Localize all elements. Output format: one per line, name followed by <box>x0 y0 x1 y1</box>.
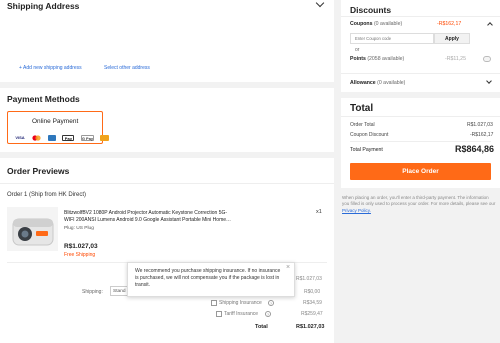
tariff-insurance-label: Tariff Insurance <box>224 311 259 317</box>
points-available: (2058 available) <box>367 56 405 62</box>
points-value: -R$11,25 <box>445 56 466 62</box>
payment-methods-title: Payment Methods <box>7 94 80 104</box>
product-quantity: x1 <box>316 209 322 215</box>
add-shipping-address-link[interactable]: + Add new shipping address <box>19 65 82 71</box>
order-total-summary-label: Order Total <box>350 122 375 128</box>
coupons-row[interactable]: Coupons (0 available) <box>350 21 402 27</box>
coupon-discount-value: -R$162,17 <box>470 132 494 138</box>
order-subtitle: Order 1 (Ship from HK Direct) <box>7 192 87 198</box>
total-title: Total <box>350 103 374 114</box>
discounts-title: Discounts <box>350 5 392 15</box>
product-price: R$1.027,03 <box>64 243 98 250</box>
product-name[interactable]: BlitzwolfBV2 1080P Android Projector Aut… <box>64 210 231 224</box>
order-total-summary-value: R$1.027,03 <box>467 122 493 128</box>
place-order-button[interactable]: Place Order <box>350 163 491 180</box>
online-payment-option[interactable]: Online Payment VISA Pay G Pay <box>7 111 110 144</box>
chevron-down-icon[interactable] <box>486 78 492 84</box>
privacy-policy-link[interactable]: Privacy Policy. <box>342 208 371 213</box>
shipping-insurance-value: R$34,59 <box>303 300 322 306</box>
shipping-address-title: Shipping Address <box>7 1 80 11</box>
close-icon[interactable]: × <box>286 264 290 271</box>
info-icon[interactable]: ? <box>268 300 274 306</box>
apply-coupon-button[interactable]: Apply <box>434 33 470 44</box>
amex-icon <box>47 134 56 141</box>
apply-label: Apply <box>445 36 459 42</box>
order-total-label: Total <box>255 324 268 330</box>
total-payment-value: R$864,86 <box>455 144 495 154</box>
google-pay-icon: G Pay <box>80 134 94 141</box>
shipping-insurance-checkbox[interactable] <box>211 300 217 306</box>
discounts-panel: Discounts Coupons (0 available) -R$162,1… <box>341 0 500 92</box>
order-previews-title: Order Previews <box>7 166 70 176</box>
card-icons-row: VISA Pay G Pay <box>14 129 111 147</box>
total-payment-label: Total Payment <box>350 147 383 153</box>
plug-label: Plug: <box>64 226 75 231</box>
allowance-available: (0 available) <box>377 80 406 86</box>
chevron-down-icon[interactable] <box>315 0 325 8</box>
coupons-value: -R$162,17 <box>437 21 462 27</box>
tariff-insurance-checkbox[interactable] <box>216 311 222 317</box>
place-order-label: Place Order <box>402 168 439 175</box>
payment-methods-panel: Payment Methods Online Payment VISA Pay … <box>0 88 334 152</box>
points-row[interactable]: Points (2058 available) <box>350 56 404 62</box>
plug-value: US Plug <box>76 226 94 231</box>
plug-option: Plug: US Plug <box>64 226 94 231</box>
coupon-discount-label: Coupon Discount <box>350 132 389 138</box>
shipping-cost-value: R$0,00 <box>304 289 321 295</box>
tariff-insurance-value: R$259,47 <box>301 311 323 317</box>
coupons-label: Coupons <box>350 21 373 27</box>
divider <box>350 141 491 142</box>
mastercard-icon <box>32 135 42 141</box>
allowance-label: Allowance <box>350 80 376 86</box>
tooltip-text: We recommend you purchase shipping insur… <box>135 268 281 289</box>
select-other-address-link[interactable]: Select other address <box>104 65 150 71</box>
divider <box>341 73 500 74</box>
shipping-label: Shipping: <box>82 289 103 295</box>
shipping-method-value: Stand <box>113 288 126 294</box>
chevron-up-icon[interactable] <box>487 22 493 28</box>
divider <box>341 16 500 17</box>
shipping-address-panel: Shipping Address + Add new shipping addr… <box>0 0 334 82</box>
product-name-line2[interactable]: WIFI 200ANSI Lumens Android 9.0 Google A… <box>64 217 231 224</box>
coupon-code-input[interactable] <box>350 33 434 44</box>
disclaimer-text: When placing an order, you'll enter a th… <box>342 195 496 207</box>
order-previews-panel: Order Previews Order 1 (Ship from HK Dir… <box>0 158 334 343</box>
online-payment-label: Online Payment <box>32 118 79 125</box>
payment-disclaimer: When placing an order, you'll enter a th… <box>342 195 496 214</box>
or-label: or <box>355 47 360 53</box>
points-label: Points <box>350 56 366 62</box>
shipping-insurance-label: Shipping Insurance <box>219 300 262 306</box>
free-shipping-note: Free Shipping <box>64 252 96 258</box>
divider <box>341 116 500 117</box>
points-toggle[interactable] <box>483 56 491 62</box>
total-panel: Total Order Total R$1.027,03 Coupon Disc… <box>341 98 500 188</box>
allowance-row[interactable]: Allowance (0 available) <box>350 80 405 86</box>
card-icon <box>100 134 110 141</box>
divider <box>0 183 334 184</box>
subtotal-value: R$1.027,03 <box>296 276 322 282</box>
info-icon[interactable]: ? <box>265 311 271 317</box>
coupons-available: (0 available) <box>373 21 403 27</box>
apple-pay-icon: Pay <box>62 134 75 141</box>
order-total-value: R$1.027,03 <box>296 324 325 330</box>
insurance-tooltip: We recommend you purchase shipping insur… <box>127 262 295 297</box>
visa-icon: VISA <box>15 134 25 140</box>
product-name-line1[interactable]: BlitzwolfBV2 1080P Android Projector Aut… <box>64 210 231 217</box>
product-image[interactable] <box>7 207 58 251</box>
